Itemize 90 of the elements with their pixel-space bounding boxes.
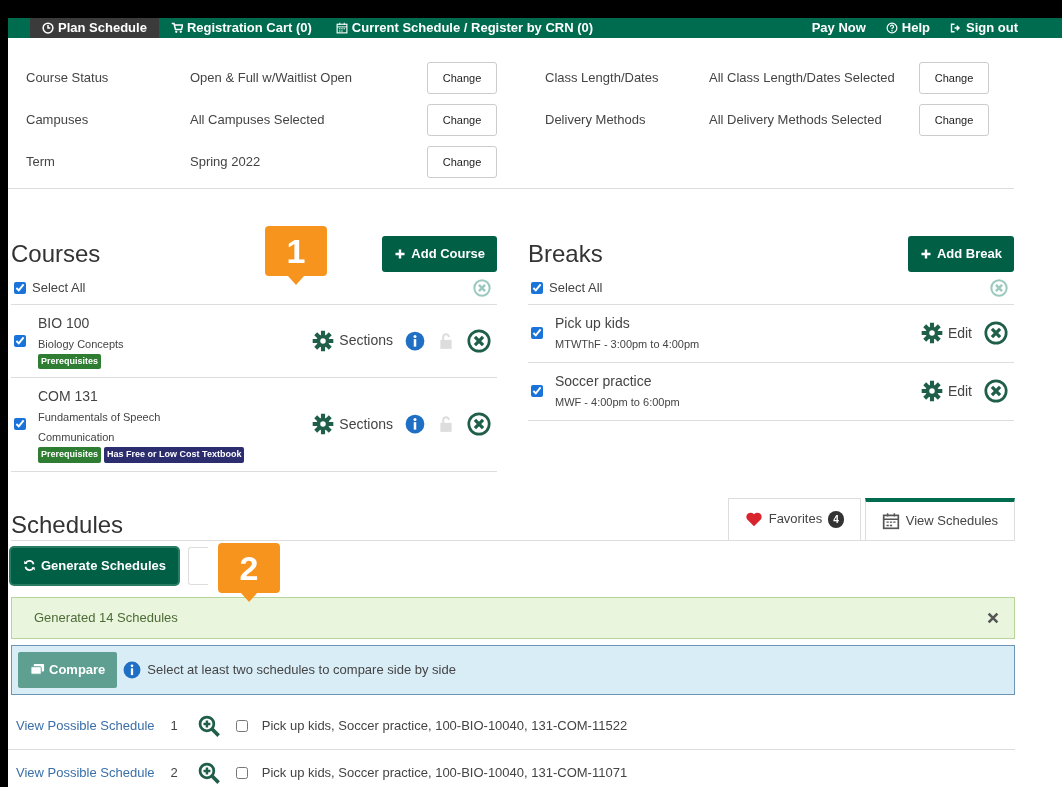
signout-icon bbox=[950, 22, 962, 34]
schedule-description: Pick up kids, Soccer practice, 100-BIO-10040, 131-COM-11522 bbox=[261, 716, 628, 735]
filter-label: Course Status bbox=[26, 69, 110, 88]
tag: Prerequisites bbox=[38, 447, 102, 463]
change-button[interactable]: Change bbox=[427, 62, 497, 94]
filter-label: Class Length/Dates bbox=[545, 69, 660, 88]
sections-button[interactable]: Sections bbox=[312, 329, 393, 352]
alert-message: Generated 14 Schedules bbox=[34, 608, 178, 627]
schedule-link[interactable]: View Possible Schedule bbox=[16, 715, 155, 736]
tab[interactable]: View Schedules bbox=[864, 497, 1015, 540]
checkbox[interactable] bbox=[235, 766, 248, 779]
nav-link[interactable]: Current Schedule / Register by CRN (0) bbox=[323, 18, 606, 38]
nav-link[interactable]: Help bbox=[875, 18, 940, 38]
tab[interactable]: Favorites 4 bbox=[727, 497, 861, 540]
calendar-icon bbox=[881, 511, 900, 530]
add-button[interactable]: Add Break bbox=[907, 236, 1014, 272]
nav-link[interactable]: Plan Schedule bbox=[30, 18, 159, 38]
schedule-number: 2 bbox=[170, 763, 178, 782]
break-name: Soccer practice bbox=[555, 371, 653, 391]
gear-icon bbox=[312, 413, 335, 436]
gear-icon bbox=[312, 329, 335, 352]
refresh-icon bbox=[23, 559, 36, 572]
zoom-in-icon[interactable] bbox=[197, 761, 220, 784]
add-button[interactable]: Add Course bbox=[382, 236, 497, 272]
section-heading: Breaks bbox=[528, 239, 603, 269]
gear-icon bbox=[920, 322, 943, 344]
info-icon bbox=[123, 660, 142, 679]
remove-icon[interactable] bbox=[467, 328, 491, 353]
course-title: Fundamentals of Speech Communication bbox=[38, 410, 162, 445]
nav-link[interactable]: Registration Cart (0) bbox=[158, 18, 324, 38]
change-button[interactable]: Change bbox=[427, 104, 497, 136]
section-heading: Courses bbox=[11, 239, 101, 269]
cards-icon bbox=[30, 662, 45, 677]
help-icon bbox=[885, 22, 898, 34]
filter-value: All Delivery Methods Selected bbox=[709, 111, 883, 130]
checkbox[interactable] bbox=[14, 418, 26, 431]
break-time: MTWThF - 3:00pm to 4:00pm bbox=[555, 336, 701, 352]
change-button[interactable]: Change bbox=[919, 62, 989, 94]
nav-link[interactable]: Pay Now bbox=[801, 18, 876, 38]
edit-button[interactable]: Edit bbox=[920, 380, 972, 402]
break-time: MWF - 4:00pm to 6:00pm bbox=[555, 394, 681, 410]
schedule-number: 1 bbox=[170, 716, 178, 735]
generate-button[interactable]: Generate Schedules bbox=[11, 547, 178, 584]
nav-link[interactable]: Sign out bbox=[940, 18, 1028, 38]
sections-button[interactable]: Sections bbox=[312, 413, 393, 436]
tag: Prerequisites bbox=[38, 353, 102, 369]
cart-icon bbox=[170, 22, 183, 34]
schedule-description: Pick up kids, Soccer practice, 100-BIO-10040, 131-COM-11071 bbox=[261, 763, 628, 782]
change-button[interactable]: Change bbox=[919, 104, 989, 136]
count-badge: 4 bbox=[828, 510, 844, 528]
tag: Has Free or Low Cost Textbook bbox=[104, 447, 245, 463]
filter-label: Campuses bbox=[26, 111, 90, 130]
remove-icon[interactable] bbox=[467, 412, 491, 437]
checkbox-label: Select All bbox=[549, 279, 603, 297]
info-icon bbox=[405, 414, 425, 435]
padlock-icon bbox=[437, 331, 455, 350]
info-icon bbox=[405, 330, 425, 351]
checkbox[interactable] bbox=[531, 327, 543, 339]
checkbox[interactable] bbox=[531, 281, 543, 294]
course-title: Biology Concepts bbox=[38, 336, 125, 352]
clock-icon bbox=[42, 22, 54, 34]
remove-icon[interactable] bbox=[984, 321, 1008, 345]
info-message: Select at least two schedules to compare side by side bbox=[147, 660, 456, 679]
plus-icon bbox=[394, 248, 407, 260]
remove-icon[interactable] bbox=[984, 379, 1008, 403]
filter-label: Delivery Methods bbox=[545, 111, 647, 130]
schedule-link[interactable]: View Possible Schedule bbox=[16, 762, 155, 783]
filter-value: Open & Full w/Waitlist Open bbox=[190, 69, 354, 88]
plus-icon bbox=[919, 248, 932, 260]
change-button[interactable]: Change bbox=[427, 146, 497, 178]
checkbox[interactable] bbox=[235, 719, 248, 732]
filter-value: Spring 2022 bbox=[190, 153, 262, 172]
padlock-icon bbox=[437, 415, 455, 434]
edit-button[interactable]: Edit bbox=[920, 322, 972, 344]
checkbox-label: Select All bbox=[32, 279, 86, 297]
zoom-in-icon[interactable] bbox=[197, 714, 220, 737]
course-code: BIO 100 bbox=[38, 313, 91, 333]
filter-label: Term bbox=[26, 153, 56, 172]
gear-icon bbox=[920, 380, 943, 402]
course-code: COM 131 bbox=[38, 387, 99, 406]
checkbox[interactable] bbox=[14, 281, 26, 294]
calendar-icon bbox=[335, 22, 348, 34]
heart-icon bbox=[744, 510, 763, 528]
filter-value: All Campuses Selected bbox=[190, 111, 326, 130]
close-icon[interactable] bbox=[986, 610, 1000, 625]
section-heading: Schedules bbox=[11, 510, 124, 540]
checkbox[interactable] bbox=[14, 334, 26, 347]
checkbox[interactable] bbox=[531, 385, 543, 397]
break-name: Pick up kids bbox=[555, 313, 631, 333]
filter-value: All Class Length/Dates Selected bbox=[709, 69, 896, 88]
